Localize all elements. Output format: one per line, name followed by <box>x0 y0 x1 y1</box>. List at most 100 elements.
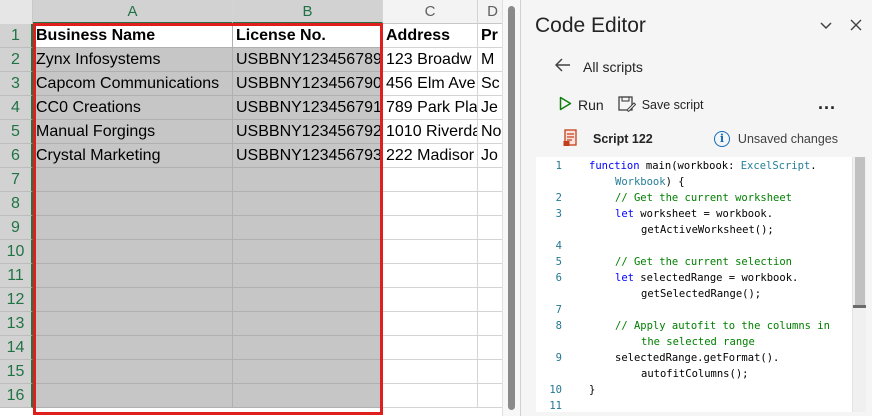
cell-c7[interactable] <box>383 168 478 192</box>
row-header-6[interactable]: 6 <box>0 144 33 168</box>
cell-d13[interactable] <box>478 312 502 336</box>
column-header-a[interactable]: A <box>33 0 233 24</box>
cell-a15[interactable] <box>33 360 233 384</box>
code-line[interactable]: // Apply autofit to the columns in <box>615 318 830 334</box>
row-header-16[interactable]: 16 <box>0 384 33 408</box>
row-header-4[interactable]: 4 <box>0 96 33 120</box>
row-header-10[interactable]: 10 <box>0 240 33 264</box>
cell-a12[interactable] <box>33 288 233 312</box>
cell-d3[interactable]: Sc <box>478 72 502 96</box>
cell-d6[interactable]: Jo <box>478 144 502 168</box>
row-header-3[interactable]: 3 <box>0 72 33 96</box>
row-header-9[interactable]: 9 <box>0 216 33 240</box>
row-header-7[interactable]: 7 <box>0 168 33 192</box>
code-line[interactable]: selectedRange.getFormat(). <box>615 350 779 366</box>
cell-b16[interactable] <box>233 384 383 408</box>
cell-d8[interactable] <box>478 192 502 216</box>
cell-b6[interactable]: USBBNY123456793 <box>233 144 383 168</box>
code-line[interactable]: // Get the current selection <box>615 254 792 270</box>
cell-b11[interactable] <box>233 264 383 288</box>
cell-d7[interactable] <box>478 168 502 192</box>
cell-d10[interactable] <box>478 240 502 264</box>
code-line[interactable]: Workbook) { <box>615 174 685 190</box>
code-vertical-scrollbar[interactable] <box>852 157 866 412</box>
cell-a3[interactable]: Capcom Communications <box>33 72 233 96</box>
cell-c2[interactable]: 123 Broadw <box>383 48 478 72</box>
row-header-2[interactable]: 2 <box>0 48 33 72</box>
row-header-15[interactable]: 15 <box>0 360 33 384</box>
cell-d11[interactable] <box>478 264 502 288</box>
cell-d9[interactable] <box>478 216 502 240</box>
row-header-12[interactable]: 12 <box>0 288 33 312</box>
cell-b9[interactable] <box>233 216 383 240</box>
cell-a13[interactable] <box>33 312 233 336</box>
cell-b12[interactable] <box>233 288 383 312</box>
cell-d12[interactable] <box>478 288 502 312</box>
row-header-5[interactable]: 5 <box>0 120 33 144</box>
close-icon[interactable] <box>847 18 865 36</box>
code-line[interactable]: autofitColumns(); <box>641 366 748 382</box>
code-line[interactable]: getActiveWorksheet(); <box>641 222 774 238</box>
cell-a1[interactable]: Business Name <box>33 24 233 48</box>
cell-a14[interactable] <box>33 336 233 360</box>
cell-a7[interactable] <box>33 168 233 192</box>
cell-b8[interactable] <box>233 192 383 216</box>
code-line[interactable]: the selected range <box>641 334 755 350</box>
cell-c11[interactable] <box>383 264 478 288</box>
cell-c9[interactable] <box>383 216 478 240</box>
cell-b3[interactable]: USBBNY123456790 <box>233 72 383 96</box>
cell-b1[interactable]: License No. <box>233 24 383 48</box>
cell-b15[interactable] <box>233 360 383 384</box>
cell-b10[interactable] <box>233 240 383 264</box>
cell-a6[interactable]: Crystal Marketing <box>33 144 233 168</box>
column-header-b[interactable]: B <box>233 0 383 24</box>
code-line[interactable]: getSelectedRange(); <box>641 286 761 302</box>
cell-c14[interactable] <box>383 336 478 360</box>
cell-b13[interactable] <box>233 312 383 336</box>
cell-a10[interactable] <box>33 240 233 264</box>
code-line[interactable]: let worksheet = workbook. <box>615 206 773 222</box>
column-header-d[interactable]: D <box>478 0 502 24</box>
cell-c5[interactable]: 1010 Riverda <box>383 120 478 144</box>
column-header-c[interactable]: C <box>383 0 478 24</box>
row-header-13[interactable]: 13 <box>0 312 33 336</box>
code-line[interactable]: let selectedRange = workbook. <box>615 270 798 286</box>
all-scripts-link[interactable]: All scripts <box>554 56 643 78</box>
cell-c4[interactable]: 789 Park Pla <box>383 96 478 120</box>
cell-b4[interactable]: USBBNY123456791 <box>233 96 383 120</box>
cell-a5[interactable]: Manual Forgings <box>33 120 233 144</box>
code-line[interactable]: // Get the current worksheet <box>615 190 792 206</box>
code-line[interactable]: } <box>589 382 595 398</box>
code-area[interactable]: 1 function main(workbook: ExcelScript. Wor… <box>536 157 866 412</box>
code-scrollbar-thumb[interactable] <box>855 157 865 305</box>
row-header-8[interactable]: 8 <box>0 192 33 216</box>
cell-d2[interactable]: M <box>478 48 502 72</box>
row-header-14[interactable]: 14 <box>0 336 33 360</box>
cell-c3[interactable]: 456 Elm Ave <box>383 72 478 96</box>
sheet-vertical-scrollbar[interactable] <box>502 0 520 416</box>
cell-c16[interactable] <box>383 384 478 408</box>
cell-d5[interactable]: No <box>478 120 502 144</box>
cell-d14[interactable] <box>478 336 502 360</box>
cell-d15[interactable] <box>478 360 502 384</box>
cell-c1[interactable]: Address <box>383 24 478 48</box>
cell-c10[interactable] <box>383 240 478 264</box>
cell-d1[interactable]: Pr <box>478 24 502 48</box>
cell-c6[interactable]: 222 Madisor <box>383 144 478 168</box>
cell-d4[interactable]: Je <box>478 96 502 120</box>
cell-c13[interactable] <box>383 312 478 336</box>
cell-a2[interactable]: Zynx Infosystems <box>33 48 233 72</box>
run-button[interactable]: Run <box>559 96 604 114</box>
cell-a9[interactable] <box>33 216 233 240</box>
cell-b14[interactable] <box>233 336 383 360</box>
row-header-1[interactable]: 1 <box>0 24 33 48</box>
cell-a4[interactable]: CC0 Creations <box>33 96 233 120</box>
row-header-11[interactable]: 11 <box>0 264 33 288</box>
code-line[interactable]: function main(workbook: ExcelScript. <box>589 158 817 174</box>
cell-a11[interactable] <box>33 264 233 288</box>
chevron-down-icon[interactable] <box>817 18 835 36</box>
cell-d16[interactable] <box>478 384 502 408</box>
spreadsheet-grid[interactable]: ABCD 1 2 3 4 5 6 7 8 9 10 11 12 13 14 15 16 Business Na… <box>0 0 502 416</box>
select-all-corner[interactable] <box>0 0 33 24</box>
cell-a16[interactable] <box>33 384 233 408</box>
